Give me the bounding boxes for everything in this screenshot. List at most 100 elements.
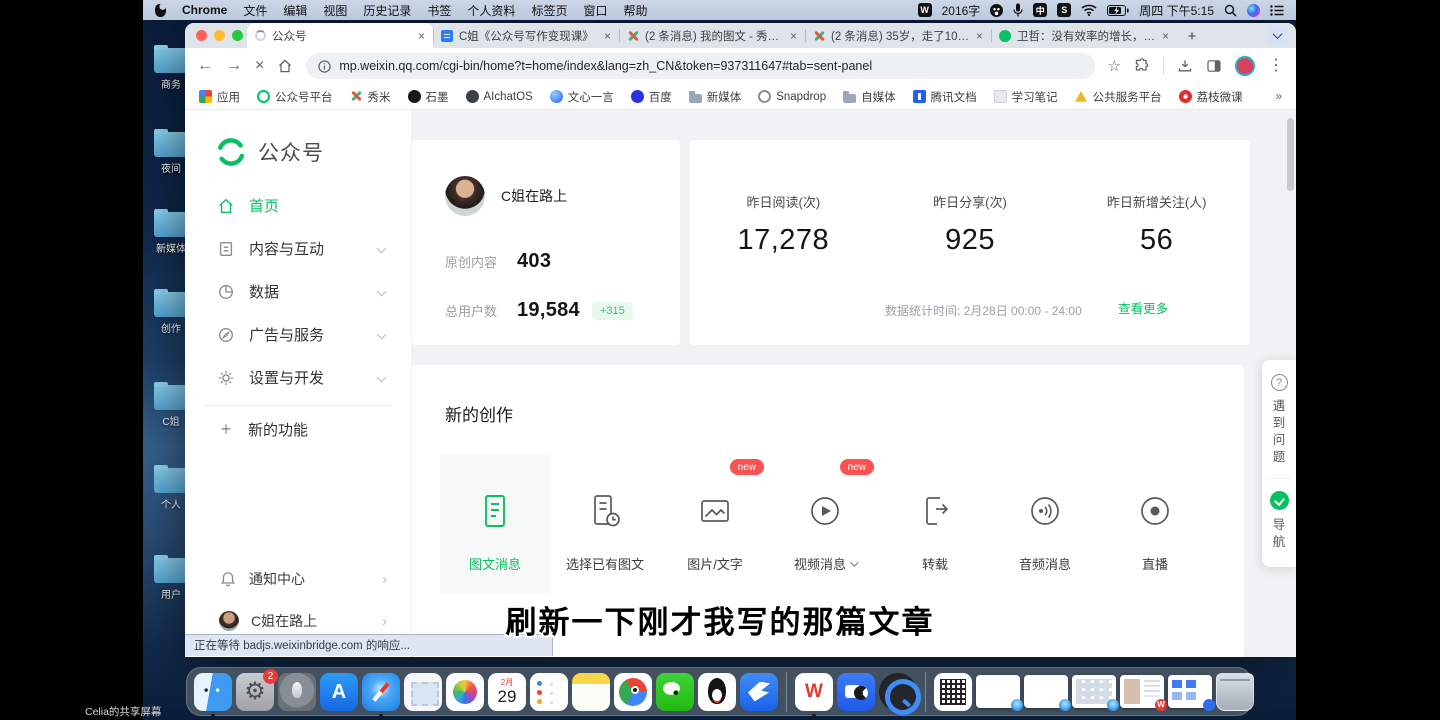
address-bar[interactable]: mp.weixin.qq.com/cgi-bin/home?t=home/ind… — [306, 53, 1094, 79]
bookmark-baidu[interactable]: 百度 — [631, 89, 672, 105]
view-more-link[interactable]: 查看更多 — [1118, 298, 1168, 317]
apple-menu-icon[interactable] — [155, 4, 166, 17]
zoom-window-button[interactable] — [232, 30, 243, 41]
bookmark-gzh-platform[interactable]: 公众号平台 — [257, 89, 333, 105]
notes-icon[interactable] — [572, 673, 610, 711]
stop-reload-button[interactable]: × — [255, 58, 264, 74]
emoji-input-icon[interactable] — [990, 4, 1003, 17]
tab-close-icon[interactable]: × — [1162, 30, 1169, 42]
page-scrollbar[interactable] — [1287, 118, 1294, 191]
bookmark-aichatos[interactable]: AIchatOS — [466, 90, 533, 103]
menu-item-window[interactable]: 窗口 — [583, 2, 607, 19]
more-menu-button[interactable]: ⋮ — [1268, 58, 1284, 74]
bookmark-snapdrop[interactable]: Snapdrop — [758, 90, 826, 103]
forward-button[interactable]: → — [226, 58, 242, 74]
bookmark-shimo[interactable]: 石墨 — [408, 89, 449, 105]
menu-app-name[interactable]: Chrome — [182, 3, 227, 17]
menu-item-help[interactable]: 帮助 — [623, 2, 647, 19]
menu-item-file[interactable]: 文件 — [243, 2, 267, 19]
tencent-meeting-icon[interactable] — [837, 673, 875, 711]
sidebar-item-data[interactable]: 数据 — [185, 270, 411, 313]
creation-item-article[interactable]: 图文消息 — [440, 455, 550, 593]
menu-item-view[interactable]: 视图 — [323, 2, 347, 19]
site-info-icon[interactable] — [318, 60, 331, 73]
sidebar-item-home[interactable]: 首页 — [185, 184, 411, 227]
download-button[interactable] — [1177, 58, 1193, 74]
creation-item-live[interactable]: 直播 — [1100, 455, 1210, 593]
launchpad-icon[interactable] — [278, 673, 316, 711]
tab-gongzhonghao[interactable]: 公众号 × — [247, 23, 433, 48]
tab-search-chevron-button[interactable] — [1267, 26, 1287, 45]
tab-xiumi-article[interactable]: (2 条消息) 35岁，走了10年弯 × — [805, 23, 991, 48]
sidebar-item-new-features[interactable]: + 新的功能 — [203, 405, 393, 453]
wps-icon[interactable]: W — [795, 673, 833, 711]
spotlight-search-icon[interactable] — [1224, 4, 1237, 17]
menu-item-profiles[interactable]: 个人资料 — [467, 2, 515, 19]
minimized-safari-window[interactable] — [1024, 675, 1068, 708]
tab-close-icon[interactable]: × — [976, 30, 983, 42]
tab-weizhe-article[interactable]: 卫哲：没有效率的增长，是在加 × — [991, 23, 1177, 48]
wifi-icon[interactable] — [1081, 4, 1097, 16]
sidebar-item-settings[interactable]: 设置与开发 — [185, 356, 411, 399]
bookmarks-overflow-button[interactable]: » — [1276, 91, 1282, 103]
control-center-icon[interactable] — [1270, 5, 1284, 16]
sidebar-item-content[interactable]: 内容与互动 — [185, 227, 411, 270]
bookmark-folder-newmedia[interactable]: 新媒体 — [689, 89, 742, 105]
finder-icon[interactable] — [194, 673, 232, 711]
close-window-button[interactable] — [196, 30, 207, 41]
back-button[interactable]: ← — [197, 58, 213, 74]
extensions-icon[interactable] — [1134, 58, 1150, 74]
tab-xiumi-mytuwen[interactable]: (2 条消息) 我的图文 - 秀米XIU × — [619, 23, 805, 48]
creation-item-existing-article[interactable]: 选择已有图文 — [550, 455, 660, 593]
bookmark-lizhi[interactable]: 荔枝微课 — [1179, 89, 1243, 105]
tab-close-icon[interactable]: × — [604, 30, 611, 42]
system-preferences-icon[interactable]: ⚙2 — [236, 673, 274, 711]
qq-icon[interactable] — [698, 673, 736, 711]
creation-item-audio[interactable]: 音频消息 — [990, 455, 1100, 593]
minimized-safari-window[interactable] — [976, 675, 1020, 708]
account-photo-avatar[interactable] — [445, 176, 485, 216]
photos-icon[interactable] — [446, 673, 484, 711]
wechat-icon[interactable] — [656, 673, 694, 711]
sogou-input-icon[interactable]: S — [1057, 3, 1071, 17]
tab-close-icon[interactable]: × — [790, 30, 797, 42]
trash-icon[interactable] — [1216, 673, 1254, 711]
calendar-icon[interactable]: 2月29 — [488, 673, 526, 711]
bookmark-wenxin[interactable]: 文心一言 — [550, 89, 614, 105]
bookmark-xiumi[interactable]: 秀米 — [350, 89, 391, 105]
bookmark-folder-selfmedia[interactable]: 自媒体 — [843, 89, 896, 105]
app-store-icon[interactable]: A — [320, 673, 358, 711]
safari-icon[interactable] — [362, 673, 400, 711]
new-tab-button[interactable]: + — [1181, 25, 1203, 47]
bookmark-star-button[interactable]: ☆ — [1108, 59, 1121, 74]
bookmark-public-service[interactable]: 公共服务平台 — [1075, 89, 1162, 105]
menu-item-history[interactable]: 历史记录 — [363, 2, 411, 19]
minimized-finder-window[interactable] — [1072, 675, 1116, 708]
bookmark-tencent-docs[interactable]: 腾讯文档 — [913, 89, 977, 105]
bookmark-apps[interactable]: 应用 — [199, 89, 240, 105]
bookmark-study-notes[interactable]: 学习笔记 — [994, 89, 1058, 105]
menu-clock[interactable]: 周四 下午5:15 — [1139, 2, 1214, 19]
creation-item-video[interactable]: new 视频消息 — [770, 455, 880, 593]
siri-icon[interactable] — [1247, 4, 1260, 17]
reminders-icon[interactable] — [530, 673, 568, 711]
mail-icon[interactable] — [404, 673, 442, 711]
menu-item-edit[interactable]: 编辑 — [283, 2, 307, 19]
profile-avatar[interactable] — [1235, 56, 1255, 76]
creation-item-repost[interactable]: 转载 — [880, 455, 990, 593]
menu-item-bookmarks[interactable]: 书签 — [427, 2, 451, 19]
microphone-icon[interactable] — [1013, 3, 1023, 17]
minimize-window-button[interactable] — [214, 30, 225, 41]
battery-icon[interactable] — [1107, 5, 1129, 16]
chrome-icon[interactable] — [614, 673, 652, 711]
minimized-wps-window[interactable]: W — [1120, 675, 1164, 708]
wps-status-icon[interactable]: W — [918, 3, 932, 17]
url-text[interactable]: mp.weixin.qq.com/cgi-bin/home?t=home/ind… — [339, 59, 872, 73]
qrcode-window-thumbnail[interactable] — [934, 673, 972, 711]
help-item[interactable]: ? 遇到问题 — [1262, 374, 1296, 466]
minimized-meeting-window[interactable] — [1168, 675, 1212, 708]
menu-item-tabs[interactable]: 标签页 — [531, 2, 567, 19]
nav-item[interactable]: 导航 — [1262, 491, 1296, 551]
side-panel-button[interactable] — [1206, 58, 1222, 74]
sidebar-item-notifications[interactable]: 通知中心 › — [185, 558, 411, 600]
